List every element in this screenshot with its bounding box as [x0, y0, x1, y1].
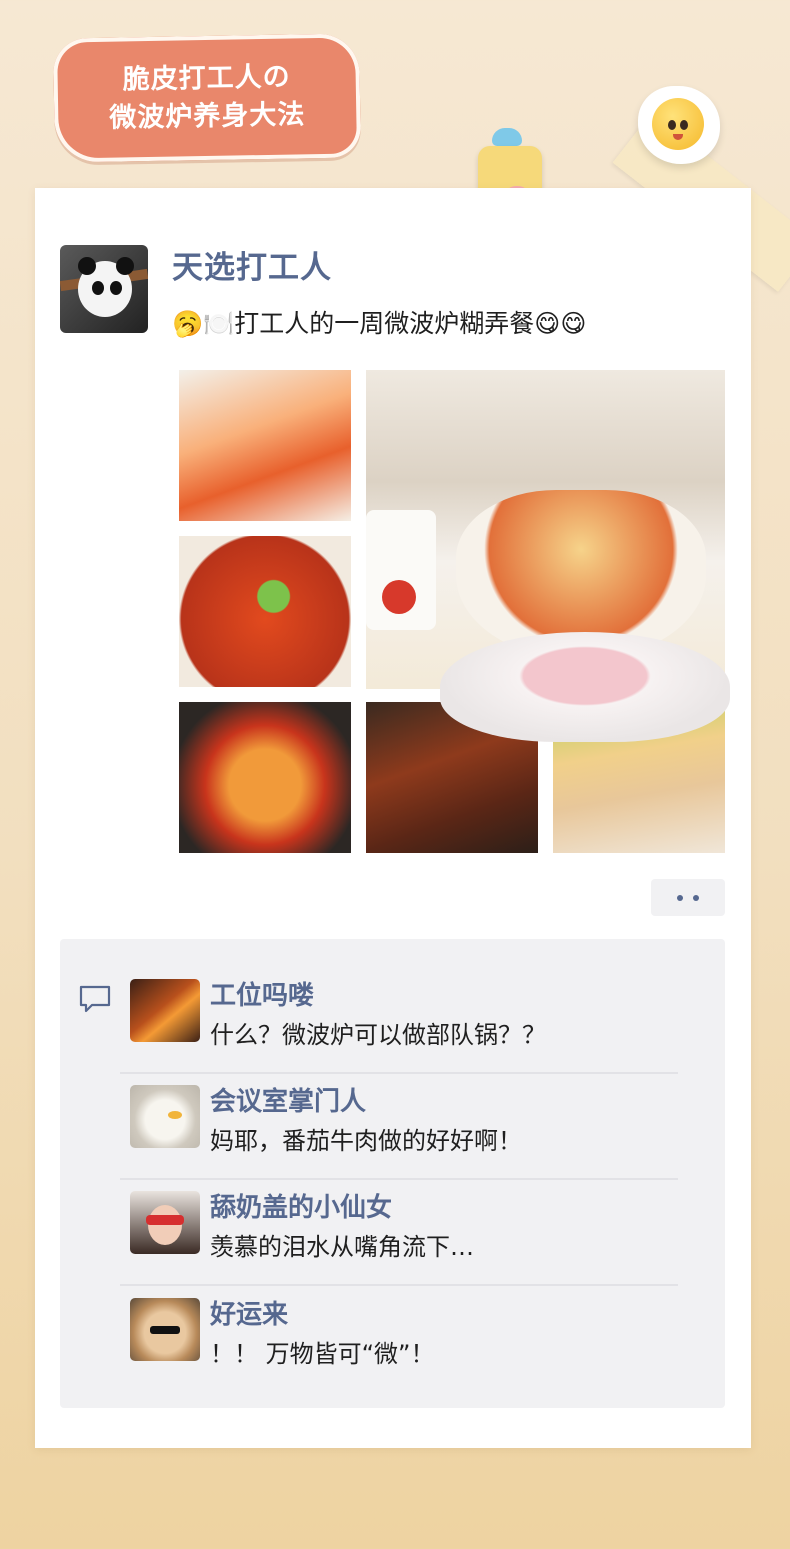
- comment-item: 会议室掌门人 妈耶，番茄牛肉做的好好啊！: [120, 1085, 678, 1191]
- dot-icon: [677, 894, 683, 901]
- comments-panel: 工位吗喽 什么？微波炉可以做部队锅？？ 会议室掌门人 妈耶，番茄牛肉做的好好啊！…: [60, 939, 725, 1408]
- title-tag: 脆皮打工人の 微波炉养身大法: [52, 33, 362, 163]
- comment-text: 妈耶，番茄牛肉做的好好啊！: [210, 1127, 522, 1155]
- divider: [120, 1178, 678, 1180]
- commenter-name[interactable]: 好运来: [210, 1294, 288, 1331]
- comment-item: 舔奶盖的小仙女 羡慕的泪水从嘴角流下…: [120, 1191, 678, 1297]
- egg-yolk: [652, 98, 704, 150]
- moments-post-card: 天选打工人 🥱🍽️打工人的一周微波炉糊弄餐😋😋 工位吗喽 什么？微波炉可以做部队…: [35, 188, 751, 1448]
- comment-item: 工位吗喽 什么？微波炉可以做部队锅？？: [120, 979, 678, 1085]
- commenter-avatar[interactable]: [130, 979, 200, 1042]
- photo-beef-stew[interactable]: [179, 702, 351, 853]
- commenter-avatar[interactable]: [130, 1085, 200, 1148]
- title-line-1: 脆皮打工人の: [122, 61, 291, 96]
- post-author-name[interactable]: 天选打工人: [172, 242, 332, 287]
- title-line-2: 微波炉养身大法: [109, 99, 306, 134]
- comment-bubble-icon: [79, 985, 111, 1013]
- comment-text: 羡慕的泪水从嘴角流下…: [210, 1233, 474, 1261]
- commenter-avatar[interactable]: [130, 1191, 200, 1254]
- comment-item: 好运来 ！！ 万物皆可“微”！: [130, 1298, 678, 1404]
- commenter-name[interactable]: 会议室掌门人: [210, 1081, 366, 1118]
- dot-icon: [693, 894, 699, 901]
- post-author-avatar[interactable]: [60, 245, 148, 333]
- comment-text: ！！ 万物皆可“微”！: [210, 1340, 435, 1368]
- more-options-button[interactable]: [651, 879, 725, 916]
- commenter-name[interactable]: 工位吗喽: [210, 975, 314, 1012]
- divider: [120, 1284, 678, 1286]
- photo-mapo-tofu[interactable]: [179, 536, 351, 687]
- divider: [120, 1072, 678, 1074]
- post-text: 🥱🍽️打工人的一周微波炉糊弄餐😋😋: [172, 309, 587, 338]
- commenter-avatar[interactable]: [130, 1298, 200, 1361]
- comment-text: 什么？微波炉可以做部队锅？？: [210, 1021, 546, 1049]
- commenter-name[interactable]: 舔奶盖的小仙女: [210, 1187, 392, 1224]
- bowl-cushion-decoration: [440, 632, 730, 742]
- photo-shrimp[interactable]: [179, 370, 351, 521]
- egg-figurine-icon: [638, 86, 720, 164]
